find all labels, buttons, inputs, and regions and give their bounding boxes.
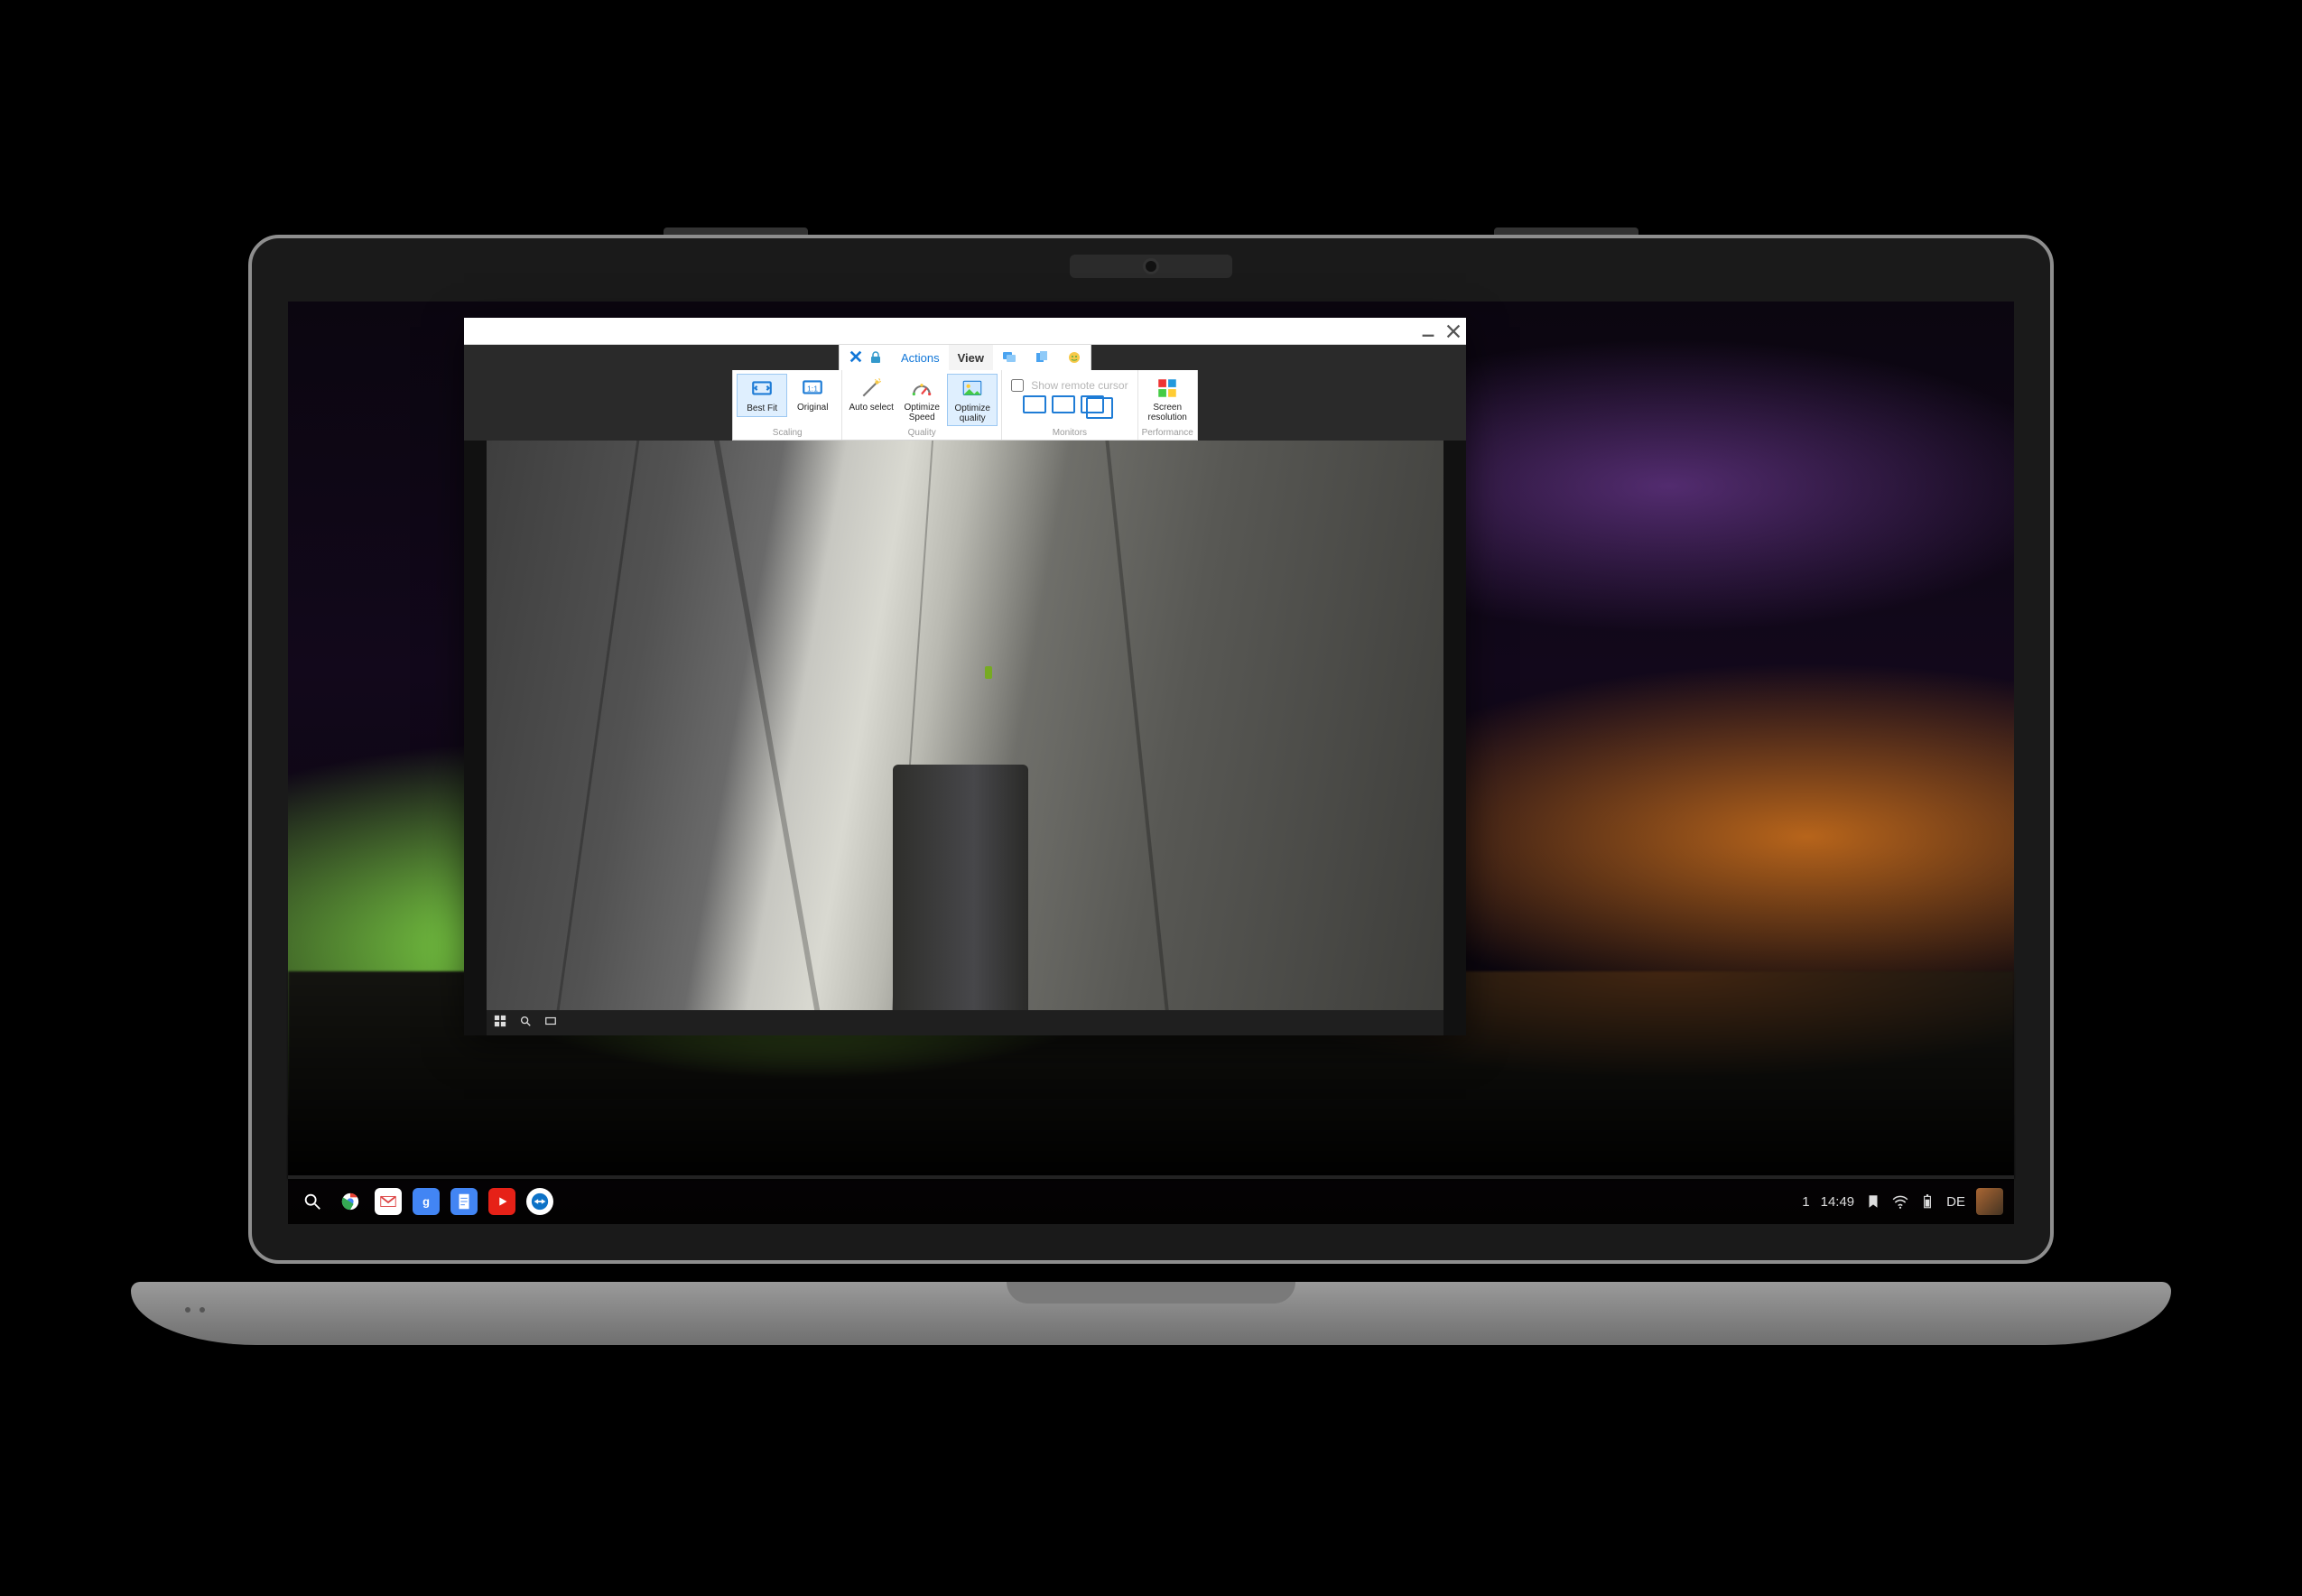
best-fit-icon: [750, 376, 774, 402]
ribbon-group-performance: Screen resolution Performance: [1138, 370, 1197, 440]
close-button[interactable]: [1446, 324, 1461, 339]
keyboard-language[interactable]: DE: [1946, 1194, 1965, 1210]
monitors-group-label: Monitors: [1053, 428, 1087, 440]
optimize-quality-label: Optimize quality: [950, 404, 995, 423]
webcam-icon: [1146, 261, 1156, 272]
status-time: 14:49: [1821, 1194, 1855, 1210]
remote-desktop-viewport[interactable]: [464, 441, 1466, 1035]
quality-group-label: Quality: [908, 428, 936, 440]
laptop-base: [131, 1282, 2171, 1345]
resolution-icon: [1156, 376, 1179, 401]
svg-text:g: g: [422, 1195, 430, 1209]
chromeos-shelf[interactable]: g 1 14:49: [288, 1179, 2014, 1224]
tab-view[interactable]: View: [949, 345, 993, 370]
auto-select-label: Auto select: [849, 404, 893, 413]
auto-select-button[interactable]: Auto select: [846, 374, 896, 415]
wallpaper-detail: [553, 441, 640, 1035]
magic-wand-icon: [859, 376, 883, 401]
picture-icon: [961, 376, 984, 402]
lock-icon: [868, 350, 883, 365]
teamviewer-toolbar: Actions View: [464, 345, 1466, 441]
youtube-app-icon[interactable]: [488, 1188, 515, 1215]
all-monitors-button[interactable]: [1081, 395, 1104, 413]
monitor-1-button[interactable]: [1023, 395, 1046, 413]
scaling-group-label: Scaling: [773, 428, 803, 440]
screen: Actions View: [288, 302, 2014, 1224]
gmail-app-icon[interactable]: [375, 1188, 402, 1215]
gauge-icon: [910, 376, 933, 401]
files-icon: [1035, 350, 1049, 365]
svg-text:1:1: 1:1: [807, 384, 818, 393]
webcam-housing: [1070, 255, 1232, 278]
laptop-indicator-lights: [185, 1307, 205, 1313]
ribbon-group-monitors: Show remote cursor Monitors: [1002, 370, 1137, 440]
performance-group-label: Performance: [1142, 428, 1193, 440]
tab-actions[interactable]: Actions: [892, 345, 949, 370]
windows-taskbar[interactable]: [487, 1010, 1443, 1035]
chat-icon: [1002, 350, 1016, 365]
screen-resolution-button[interactable]: Screen resolution: [1142, 374, 1193, 424]
battery-status-icon: [1919, 1193, 1935, 1210]
wallpaper-detail: [714, 441, 824, 1035]
wallpaper-rock: [893, 765, 1028, 1035]
notification-count[interactable]: 1: [1802, 1194, 1809, 1210]
windows-taskview-button[interactable]: [544, 1015, 557, 1032]
windows-start-button[interactable]: [494, 1015, 506, 1032]
tab-extras[interactable]: [1058, 345, 1091, 370]
tab-communicate[interactable]: [993, 345, 1026, 370]
laptop-frame: Actions View: [248, 235, 2054, 1345]
screen-resolution-label: Screen resolution: [1144, 404, 1191, 422]
original-button[interactable]: 1:1 Original: [787, 374, 838, 415]
wallpaper-detail: [1105, 441, 1171, 1035]
original-icon: 1:1: [801, 376, 824, 401]
google-docs-app-icon[interactable]: [450, 1188, 478, 1215]
chromeos-desktop[interactable]: Actions View: [288, 302, 2014, 1224]
show-remote-cursor-checkbox[interactable]: [1011, 379, 1024, 392]
ribbon-group-quality: Auto select Optimize Speed: [842, 370, 1002, 440]
google-search-app-icon[interactable]: g: [413, 1188, 440, 1215]
show-remote-cursor-label: Show remote cursor: [1031, 379, 1128, 392]
monitor-2-button[interactable]: [1052, 395, 1075, 413]
status-tray[interactable]: 1 14:49 DE: [1802, 1188, 2003, 1215]
smiley-icon: [1067, 350, 1081, 365]
optimize-speed-label: Optimize Speed: [898, 404, 945, 422]
minimize-button[interactable]: [1421, 324, 1435, 339]
launcher-search-button[interactable]: [299, 1188, 326, 1215]
chrome-app-icon[interactable]: [337, 1188, 364, 1215]
remote-windows-desktop[interactable]: [487, 441, 1443, 1035]
wallpaper-climber: [985, 666, 992, 679]
view-ribbon: Best Fit 1:1 Original: [732, 370, 1198, 441]
wifi-status-icon: [1892, 1193, 1908, 1210]
laptop-lid: Actions View: [248, 235, 2054, 1264]
teamviewer-window[interactable]: Actions View: [464, 318, 1466, 1035]
session-close-button[interactable]: [840, 345, 892, 370]
ribbon-group-scaling: Best Fit 1:1 Original: [733, 370, 842, 440]
optimize-quality-button[interactable]: Optimize quality: [947, 374, 998, 426]
window-titlebar[interactable]: [464, 318, 1466, 345]
best-fit-label: Best Fit: [747, 404, 777, 414]
windows-search-button[interactable]: [519, 1015, 532, 1032]
optimize-speed-button[interactable]: Optimize Speed: [896, 374, 947, 424]
tab-files[interactable]: [1026, 345, 1058, 370]
original-label: Original: [797, 404, 828, 413]
user-avatar[interactable]: [1976, 1188, 2003, 1215]
bookmark-status-icon: [1865, 1193, 1881, 1210]
teamviewer-app-icon[interactable]: [526, 1188, 553, 1215]
toolbar-tabs: Actions View: [839, 345, 1091, 370]
best-fit-button[interactable]: Best Fit: [737, 374, 787, 417]
